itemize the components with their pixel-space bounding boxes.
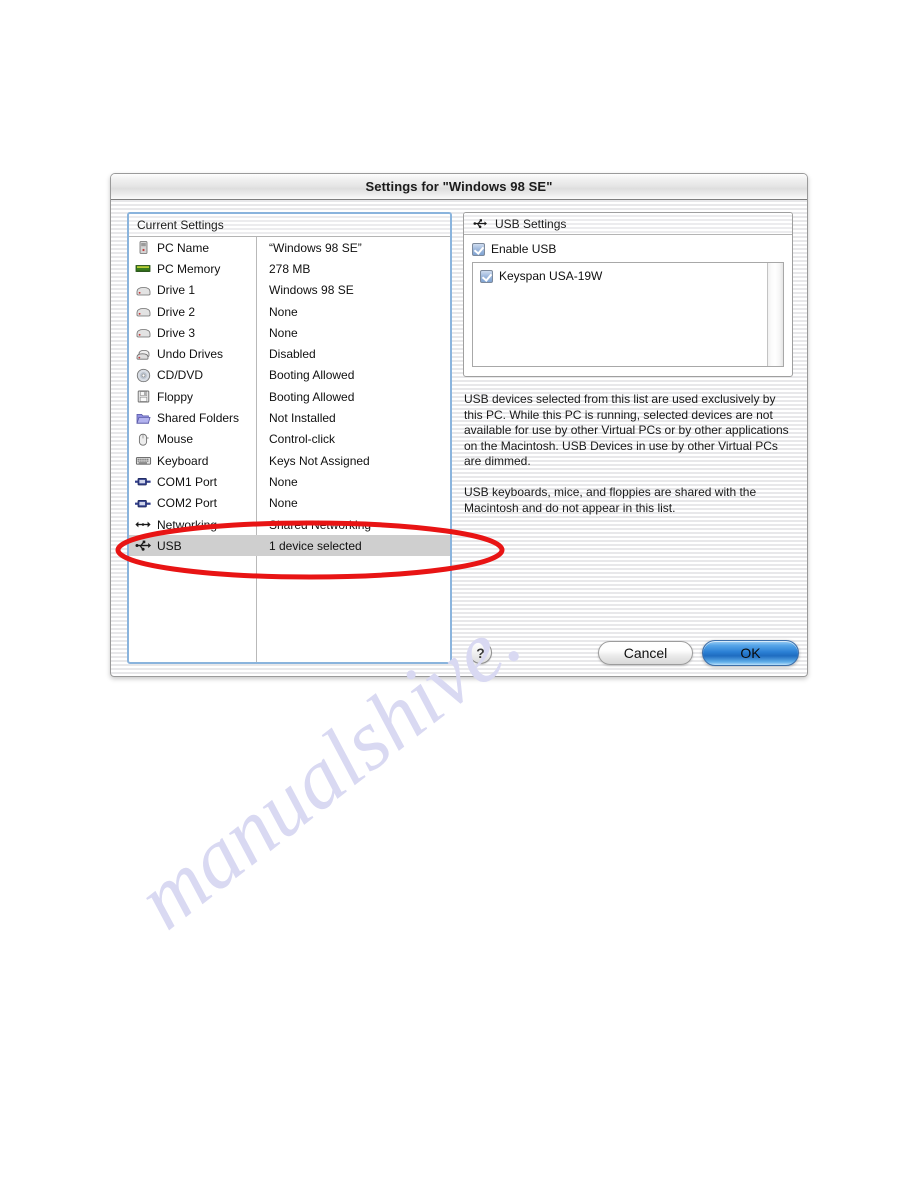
row-label: PC Name	[157, 240, 210, 255]
table-row[interactable]: COM1 Port None	[129, 471, 450, 492]
row-label: Mouse	[157, 432, 194, 447]
usb-settings-body: Enable USB Keyspan USA-19W	[464, 235, 792, 375]
row-value: Keys Not Assigned	[269, 453, 370, 468]
serial-port-icon	[129, 496, 157, 511]
row-label: CD/DVD	[157, 368, 204, 383]
hard-drive-icon	[129, 304, 157, 319]
table-row[interactable]: Drive 3 None	[129, 322, 450, 343]
row-label: Drive 1	[157, 283, 196, 298]
row-label: Keyboard	[157, 453, 209, 468]
row-label: Undo Drives	[157, 347, 224, 362]
row-label: Networking	[157, 517, 218, 532]
cancel-button[interactable]: Cancel	[598, 641, 693, 665]
row-value: Windows 98 SE	[269, 283, 354, 298]
mouse-icon	[129, 432, 157, 447]
enable-usb-checkbox[interactable]	[472, 242, 485, 256]
table-row[interactable]: CD/DVD Booting Allowed	[129, 365, 450, 386]
row-label: Drive 3	[157, 325, 196, 340]
dialog-titlebar: Settings for "Windows 98 SE"	[111, 174, 807, 200]
row-value: Booting Allowed	[269, 368, 355, 383]
row-value: 278 MB	[269, 261, 311, 276]
table-row[interactable]: Undo Drives Disabled	[129, 343, 450, 364]
row-label: COM2 Port	[157, 496, 218, 511]
row-label: Drive 2	[157, 304, 196, 319]
row-label: COM1 Port	[157, 474, 218, 489]
cd-dvd-icon	[129, 368, 157, 383]
floppy-disk-icon	[129, 389, 157, 404]
table-row-usb[interactable]: USB 1 device selected	[129, 535, 450, 557]
table-row[interactable]: Floppy Booting Allowed	[129, 386, 450, 407]
device-checkbox[interactable]	[480, 269, 493, 283]
row-value: None	[269, 304, 298, 319]
memory-chip-icon	[129, 261, 157, 276]
list-item[interactable]: Keyspan USA-19W	[480, 269, 767, 283]
row-value: Not Installed	[269, 411, 336, 426]
settings-rows: PC Name “Windows 98 SE” PC Memory 278 MB…	[129, 237, 450, 662]
row-value: None	[269, 325, 298, 340]
table-row[interactable]: Shared Folders Not Installed	[129, 407, 450, 428]
usb-description-paragraph-1: USB devices selected from this list are …	[464, 392, 789, 469]
hard-drive-icon	[129, 325, 157, 340]
enable-usb-label: Enable USB	[491, 242, 557, 256]
row-value: 1 device selected	[269, 538, 362, 553]
row-label: Shared Folders	[157, 411, 240, 426]
row-value: None	[269, 496, 298, 511]
serial-port-icon	[129, 474, 157, 489]
cancel-button-label: Cancel	[623, 645, 668, 661]
device-label: Keyspan USA-19W	[499, 269, 603, 283]
keyboard-icon	[129, 453, 157, 468]
row-label: PC Memory	[157, 261, 221, 276]
enable-usb-checkbox-row[interactable]: Enable USB	[472, 242, 784, 256]
shared-folder-icon	[129, 411, 157, 426]
row-label: USB	[157, 538, 182, 553]
table-row[interactable]: Keyboard Keys Not Assigned	[129, 450, 450, 471]
usb-settings-panel: USB Settings Enable USB Keyspan USA-19W	[463, 212, 793, 377]
current-settings-panel: Current Settings PC Name “Windows 98 SE”	[127, 212, 452, 664]
network-icon	[129, 517, 157, 532]
table-row[interactable]: Mouse Control-click	[129, 429, 450, 450]
usb-device-list-items: Keyspan USA-19W	[473, 263, 767, 366]
usb-icon	[129, 538, 157, 553]
row-value: Control-click	[269, 432, 336, 447]
table-row[interactable]: COM2 Port None	[129, 493, 450, 514]
table-row[interactable]: PC Memory 278 MB	[129, 258, 450, 279]
row-label: Floppy	[157, 389, 194, 404]
ok-button-label: OK	[740, 645, 761, 661]
table-row[interactable]: Drive 2 None	[129, 301, 450, 322]
row-value: None	[269, 474, 298, 489]
table-row[interactable]: Networking Shared Networking	[129, 514, 450, 535]
table-row[interactable]: PC Name “Windows 98 SE”	[129, 237, 450, 258]
usb-icon	[472, 217, 488, 230]
usb-settings-header: USB Settings	[464, 213, 792, 235]
usb-settings-header-label: USB Settings	[495, 216, 567, 231]
help-button[interactable]: ?	[469, 641, 492, 664]
ok-button[interactable]: OK	[702, 640, 799, 666]
undo-drive-icon	[129, 347, 157, 362]
pc-tower-icon	[129, 240, 157, 255]
usb-description-paragraph-2: USB keyboards, mice, and floppies are sh…	[464, 484, 757, 515]
row-value: “Windows 98 SE”	[269, 240, 362, 255]
hard-drive-icon	[129, 283, 157, 298]
table-row[interactable]: Drive 1 Windows 98 SE	[129, 280, 450, 301]
row-value: Booting Allowed	[269, 389, 355, 404]
usb-device-list[interactable]: Keyspan USA-19W	[472, 262, 784, 367]
current-settings-header: Current Settings	[129, 214, 450, 237]
device-list-scrollbar[interactable]	[767, 263, 783, 366]
current-settings-header-label: Current Settings	[137, 218, 224, 232]
usb-description: USB devices selected from this list are …	[464, 392, 794, 516]
row-value: Disabled	[269, 347, 316, 362]
row-value: Shared Networking	[269, 517, 372, 532]
dialog-title: Settings for "Windows 98 SE"	[365, 179, 553, 194]
settings-dialog: Settings for "Windows 98 SE" Current Set…	[110, 173, 808, 677]
